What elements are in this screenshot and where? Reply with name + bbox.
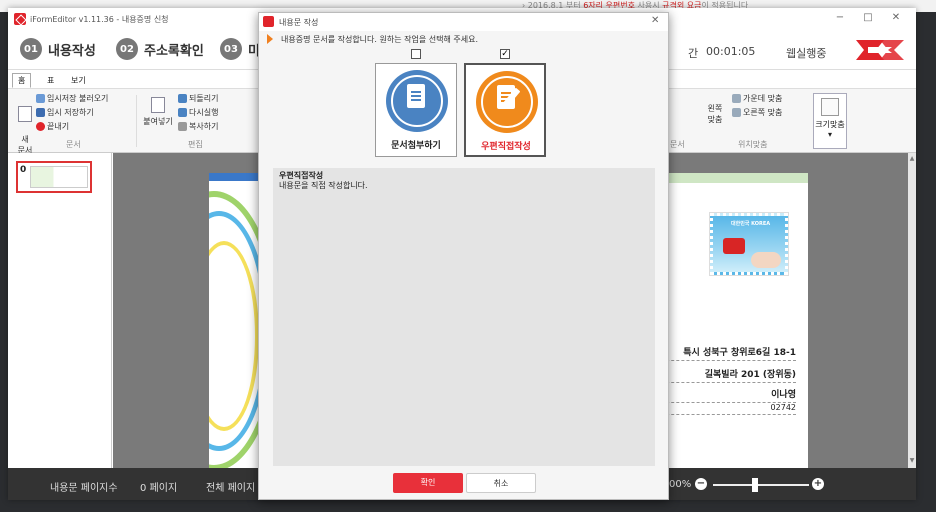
option-card[interactable]: 문서첨부하기	[375, 63, 457, 157]
run-status: 웹실행중	[786, 47, 827, 60]
fit-size-button[interactable]: 크기맞춤 ▾	[813, 93, 847, 149]
redo-button[interactable]: 다시실행	[178, 107, 218, 118]
write-checkbox[interactable]: ✓	[500, 49, 510, 59]
zoom-out-button[interactable]: −	[695, 478, 707, 490]
option-card[interactable]: 우편직접작성	[464, 63, 546, 157]
step-number: 03	[220, 38, 242, 60]
clipboard-icon	[151, 97, 165, 113]
confirm-button[interactable]: 확인	[393, 473, 463, 493]
thumbnail-preview	[30, 166, 88, 188]
recipient-name[interactable]: 이나영	[656, 387, 796, 403]
option-attach-document[interactable]: 문서첨부하기	[375, 49, 457, 157]
close-doc-button[interactable]: 끝내기	[36, 121, 69, 132]
align-center-button[interactable]: 가운데 맞춤	[732, 93, 782, 104]
step-1[interactable]: 01 내용작성	[20, 38, 96, 60]
step-2[interactable]: 02 주소록확인	[116, 38, 204, 60]
step-number: 01	[20, 38, 42, 60]
app-logo-icon	[263, 16, 274, 27]
envelope-page[interactable]: 대한민국 KOREA 특시 성북구 창위로6길 18-1 길복빌라 201 (장…	[656, 173, 808, 468]
dialog-instruction: 내용증명 문서를 작성합니다. 원하는 작업을 선택해 주세요.	[267, 33, 478, 45]
description-body: 내용문을 직접 작성합니다.	[279, 181, 368, 190]
zoom-in-button[interactable]: +	[812, 478, 824, 490]
page-thumbnail[interactable]: 0	[16, 161, 92, 193]
thumbnail-number: 0	[20, 165, 27, 175]
copy-icon	[178, 122, 187, 131]
scroll-up-icon[interactable]: ▲	[908, 155, 916, 162]
step-label: 주소록확인	[144, 43, 204, 59]
undo-icon	[178, 94, 187, 103]
zoom-slider[interactable]	[713, 484, 809, 486]
new-document-button[interactable]: 새 문서	[12, 97, 38, 156]
tab-view[interactable]: 보기	[66, 74, 91, 87]
address-line[interactable]: 길복빌라 201 (장위동)	[656, 367, 796, 383]
close-window-button[interactable]: ✕	[884, 12, 908, 23]
minimize-button[interactable]: −	[828, 12, 852, 23]
zoom-slider-handle[interactable]	[752, 478, 758, 492]
attach-checkbox[interactable]	[411, 49, 421, 59]
chevron-down-icon: ▾	[827, 130, 832, 139]
paperclip-document-icon	[386, 70, 448, 132]
session-timer: 00:01:05	[706, 45, 756, 58]
app-title: iFormEditor v1.11.36 - 내용증명 신청	[30, 15, 169, 24]
align-center-icon	[732, 94, 741, 103]
folder-icon	[36, 94, 45, 103]
zoom-level: 00%	[669, 479, 692, 490]
group-position-label: 위치맞춤	[738, 140, 768, 149]
save-icon	[36, 108, 45, 117]
paste-button[interactable]: 붙여넣기	[142, 97, 174, 127]
compose-dialog: 내용문 작성 ✕ 내용증명 문서를 작성합니다. 원하는 작업을 선택해 주세요…	[258, 12, 669, 500]
align-left-button[interactable]: 왼쪽 맞춤	[702, 103, 728, 125]
load-temp-button[interactable]: 임시저장 불러오기	[36, 93, 108, 104]
option-label: 우편직접작성	[481, 142, 531, 152]
postal-code[interactable]: 02742	[656, 403, 796, 415]
step-number: 02	[116, 38, 138, 60]
hand-icon	[751, 252, 781, 268]
save-temp-button[interactable]: 임시 저장하기	[36, 107, 94, 118]
fit-size-icon	[821, 98, 839, 116]
cancel-button[interactable]: 취소	[466, 473, 536, 493]
timer-prefix: 간	[688, 47, 699, 60]
total-pages-label: 전체 페이지	[206, 483, 256, 494]
postage-stamp: 대한민국 KOREA	[709, 212, 789, 276]
arrow-right-icon	[267, 34, 273, 44]
tab-table[interactable]: 표	[42, 74, 59, 87]
pencil-document-icon	[476, 71, 538, 133]
align-right-icon	[732, 108, 741, 117]
vertical-scrollbar[interactable]: ▲ ▼	[908, 153, 916, 468]
page-count-label: 내용문 페이지수	[50, 483, 118, 494]
divider	[136, 95, 137, 147]
copy-button[interactable]: 복사하기	[178, 121, 218, 132]
new-document-icon	[18, 106, 32, 122]
thumbnail-panel: 0	[8, 153, 112, 468]
scroll-down-icon[interactable]: ▼	[908, 457, 916, 464]
option-write-direct[interactable]: ✓ 우편직접작성	[464, 49, 546, 157]
group-edit-label: 편집	[188, 140, 203, 149]
dialog-title-bar: 내용문 작성 ✕	[259, 13, 668, 31]
option-label: 문서첨부하기	[391, 141, 441, 151]
mailbox-icon	[723, 238, 745, 254]
app-logo-icon	[14, 13, 26, 25]
close-circle-icon	[36, 122, 45, 131]
page-count-value: 0 페이지	[140, 483, 178, 494]
tab-home[interactable]: 홈	[12, 73, 32, 88]
group-document2-label: 문서	[670, 140, 685, 149]
dialog-title: 내용문 작성	[279, 18, 319, 27]
align-right-button[interactable]: 오른쪽 맞춤	[732, 107, 782, 118]
step-label: 내용작성	[48, 43, 96, 59]
dialog-close-button[interactable]: ✕	[651, 15, 659, 26]
redo-icon	[178, 108, 187, 117]
maximize-button[interactable]: □	[856, 12, 880, 23]
description-panel: 우편직접작성 내용문을 직접 작성합니다.	[273, 168, 655, 466]
undo-button[interactable]: 되돌리기	[178, 93, 218, 104]
address-line[interactable]: 특시 성북구 창위로6길 18-1	[656, 345, 796, 361]
group-document-label: 문서	[66, 140, 81, 149]
brand-logo-icon	[856, 40, 904, 60]
